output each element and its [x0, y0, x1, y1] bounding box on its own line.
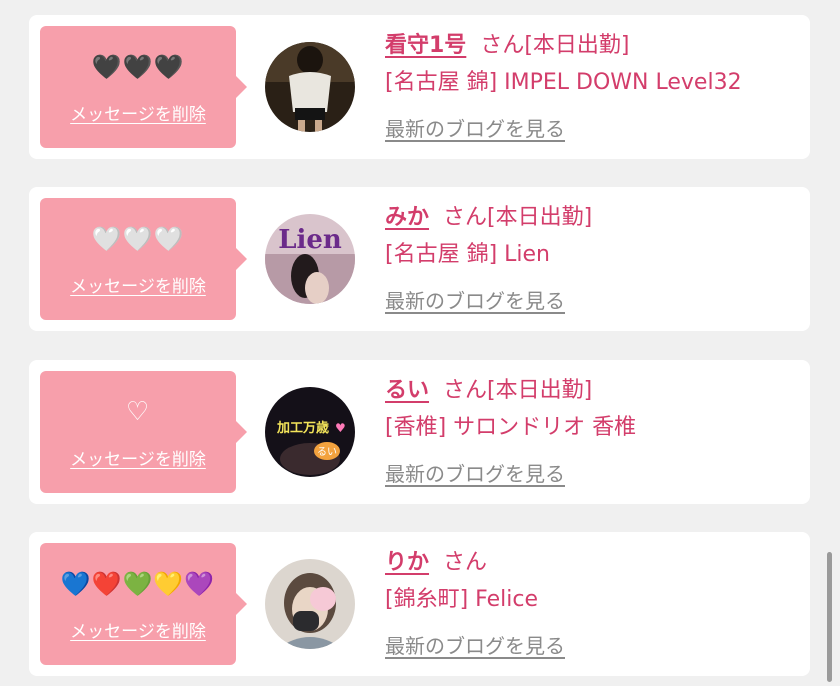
delete-message-link[interactable]: メッセージを削除	[40, 272, 236, 297]
avatar[interactable]	[265, 42, 355, 132]
name-suffix: さん	[443, 550, 488, 575]
message-bubble: 💙❤️💚💛💜 メッセージを削除	[40, 543, 247, 665]
delete-message-link[interactable]: メッセージを削除	[40, 445, 236, 470]
favorite-card: 🤍🤍🤍 メッセージを削除 Lien みか さん[本日出勤] [名古屋 錦] Lie…	[29, 187, 810, 331]
message-bubble: ♡ メッセージを削除	[40, 371, 247, 493]
message-bubble: 🖤🖤🖤 メッセージを削除	[40, 26, 247, 148]
scrollbar[interactable]	[827, 552, 832, 682]
delete-message-link[interactable]: メッセージを削除	[40, 617, 236, 642]
name-row: みか さん[本日出勤]	[385, 201, 592, 235]
shop-name: [香椎] サロンドリオ 香椎	[385, 415, 637, 440]
shop-name: [名古屋 錦] IMPEL DOWN Level32	[385, 70, 742, 95]
message-emoji: 🤍🤍🤍	[91, 225, 185, 253]
message-emoji: 🖤🖤🖤	[91, 53, 185, 81]
avatar-logo-text: Lien	[278, 225, 342, 255]
latest-blog-link[interactable]: 最新のブログを見る	[385, 114, 565, 144]
latest-blog-link[interactable]: 最新のブログを見る	[385, 459, 565, 489]
cast-name-link[interactable]: みか	[385, 205, 429, 230]
avatar-overlay-subtext: るい	[317, 446, 337, 458]
delete-message-link[interactable]: メッセージを削除	[40, 100, 236, 125]
favorite-card: 🖤🖤🖤 メッセージを削除 看守1号 さん[本日出勤] [名古屋 錦] IMPEL …	[29, 15, 810, 159]
latest-blog-link[interactable]: 最新のブログを見る	[385, 631, 565, 661]
name-suffix: さん[本日出勤]	[443, 205, 593, 230]
cast-name-link[interactable]: 看守1号	[385, 33, 466, 58]
favorite-card: 💙❤️💚💛💜 メッセージを削除 りか さん [錦糸町] Felice 最新のブログ…	[29, 532, 810, 676]
favorite-card: ♡ メッセージを削除 加工万歳 ♥ るい るい さん[本日出勤] [香椎] サロン…	[29, 360, 810, 504]
name-row: 看守1号 さん[本日出勤]	[385, 29, 629, 63]
name-row: りか さん	[385, 546, 487, 580]
message-emoji: ♡	[125, 397, 151, 427]
favorites-list: 🖤🖤🖤 メッセージを削除 看守1号 さん[本日出勤] [名古屋 錦] IMPEL …	[0, 0, 840, 686]
avatar-overlay-text: 加工万歳	[276, 420, 329, 436]
message-emoji: 💙❤️💚💛💜	[60, 570, 216, 598]
name-row: るい さん[本日出勤]	[385, 374, 592, 408]
shop-name: [名古屋 錦] Lien	[385, 242, 551, 267]
name-suffix: さん[本日出勤]	[443, 378, 593, 403]
avatar[interactable]	[265, 559, 355, 649]
name-suffix: さん[本日出勤]	[480, 33, 630, 58]
cast-name-link[interactable]: りか	[385, 550, 429, 575]
latest-blog-link[interactable]: 最新のブログを見る	[385, 286, 565, 316]
message-bubble: 🤍🤍🤍 メッセージを削除	[40, 198, 247, 320]
svg-text:♥: ♥	[335, 421, 346, 435]
cast-name-link[interactable]: るい	[385, 378, 429, 403]
shop-name: [錦糸町] Felice	[385, 587, 539, 612]
avatar[interactable]: Lien	[265, 214, 355, 304]
avatar[interactable]: 加工万歳 ♥ るい	[265, 387, 355, 477]
